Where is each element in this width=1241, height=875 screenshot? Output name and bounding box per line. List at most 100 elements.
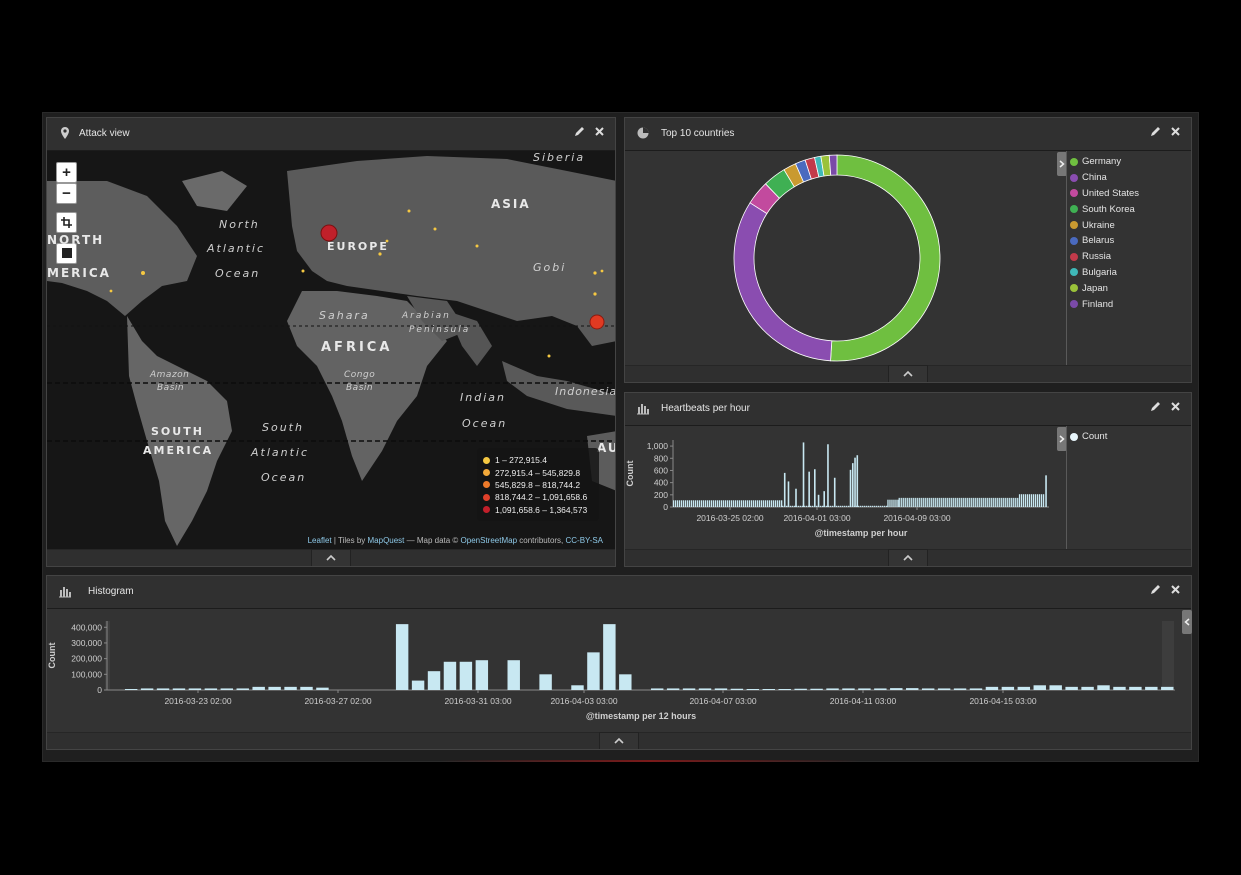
bar[interactable] (889, 499, 891, 507)
bar[interactable] (1014, 497, 1016, 507)
bar[interactable] (124, 689, 138, 690)
license-link[interactable]: CC-BY-SA (566, 536, 604, 545)
bar[interactable] (1033, 685, 1046, 690)
bar[interactable] (934, 497, 936, 507)
bar[interactable] (268, 686, 281, 690)
bar[interactable] (823, 491, 825, 507)
bar[interactable] (1010, 497, 1012, 507)
bar[interactable] (411, 680, 425, 690)
collapse-button[interactable] (888, 549, 928, 566)
bar[interactable] (887, 499, 889, 507)
bar[interactable] (942, 497, 944, 507)
bar[interactable] (220, 688, 234, 690)
donut-slice[interactable] (828, 154, 838, 176)
bar[interactable] (924, 497, 926, 507)
bar[interactable] (890, 688, 903, 690)
bar[interactable] (986, 497, 988, 507)
edit-pencil-icon[interactable] (1150, 126, 1161, 137)
bar-group[interactable] (673, 500, 783, 507)
bar[interactable] (1008, 497, 1010, 507)
bar[interactable] (711, 500, 713, 507)
bar[interactable] (878, 505, 880, 507)
bar[interactable] (735, 500, 737, 507)
bar[interactable] (762, 689, 775, 690)
bar[interactable] (603, 624, 616, 690)
bar[interactable] (802, 442, 805, 507)
bar[interactable] (697, 500, 699, 507)
bar[interactable] (944, 497, 946, 507)
bar[interactable] (906, 688, 919, 690)
bar[interactable] (1038, 494, 1041, 507)
bar[interactable] (806, 505, 808, 507)
bar[interactable] (874, 688, 887, 690)
legend-item[interactable]: Germany (1070, 154, 1191, 170)
bar[interactable] (765, 500, 767, 507)
bar[interactable] (948, 497, 950, 507)
bar[interactable] (587, 652, 600, 690)
bar[interactable] (745, 500, 747, 507)
bar[interactable] (739, 500, 741, 507)
bar[interactable] (723, 500, 725, 507)
bar[interactable] (992, 497, 994, 507)
bar[interactable] (778, 689, 791, 690)
bar[interactable] (814, 469, 816, 507)
zoom-out-button[interactable]: − (56, 183, 77, 204)
bar[interactable] (854, 457, 856, 507)
bar[interactable] (1049, 685, 1062, 690)
collapse-button[interactable] (888, 365, 928, 382)
close-icon[interactable] (1170, 126, 1181, 137)
close-icon[interactable] (1170, 584, 1181, 595)
bar[interactable] (1022, 494, 1025, 507)
bar[interactable] (719, 500, 721, 507)
bar[interactable] (810, 688, 823, 690)
bar[interactable] (689, 500, 691, 507)
bar[interactable] (746, 689, 760, 690)
openstreetmap-link[interactable]: OpenStreetMap (461, 536, 517, 545)
bar[interactable] (868, 505, 870, 507)
bar[interactable] (932, 497, 934, 507)
bar[interactable] (782, 505, 784, 507)
bar[interactable] (990, 497, 992, 507)
legend-toggle-button[interactable] (1182, 610, 1192, 634)
bar[interactable] (962, 497, 964, 507)
bar[interactable] (998, 497, 1000, 507)
map-canvas[interactable]: + − Siberia ASIA North Atlantic Ocean NO… (47, 151, 615, 549)
bar[interactable] (926, 497, 928, 507)
bar[interactable] (747, 500, 749, 507)
bar[interactable] (795, 488, 797, 507)
bar[interactable] (940, 497, 942, 507)
bar[interactable] (938, 497, 940, 507)
close-icon[interactable] (594, 126, 605, 137)
bar[interactable] (713, 500, 715, 507)
bar[interactable] (810, 505, 812, 507)
bar[interactable] (937, 688, 951, 690)
bar[interactable] (826, 505, 828, 507)
legend-item[interactable]: Belarus (1070, 233, 1191, 249)
bar[interactable] (1017, 686, 1031, 690)
collapse-button[interactable] (311, 549, 351, 566)
zoom-in-button[interactable]: + (56, 162, 77, 183)
legend-item[interactable]: Russia (1070, 249, 1191, 265)
bar[interactable] (858, 505, 860, 507)
legend-item[interactable]: United States (1070, 186, 1191, 202)
bar[interactable] (733, 500, 735, 507)
bar[interactable] (140, 688, 154, 690)
bar[interactable] (800, 505, 802, 507)
bar[interactable] (236, 688, 249, 690)
bar[interactable] (980, 497, 982, 507)
collapse-button[interactable] (599, 732, 639, 749)
bar[interactable] (773, 500, 775, 507)
bar[interactable] (842, 688, 855, 690)
bar[interactable] (759, 500, 761, 507)
bar-group[interactable] (898, 497, 1020, 507)
bar[interactable] (849, 469, 852, 507)
bar[interactable] (1036, 494, 1039, 507)
bar[interactable] (786, 505, 788, 507)
bar[interactable] (300, 686, 313, 690)
bar[interactable] (976, 497, 978, 507)
bar[interactable] (693, 500, 695, 507)
bar[interactable] (1018, 494, 1021, 507)
bar[interactable] (204, 688, 218, 690)
bar[interactable] (910, 497, 912, 507)
bar[interactable] (1161, 686, 1174, 690)
